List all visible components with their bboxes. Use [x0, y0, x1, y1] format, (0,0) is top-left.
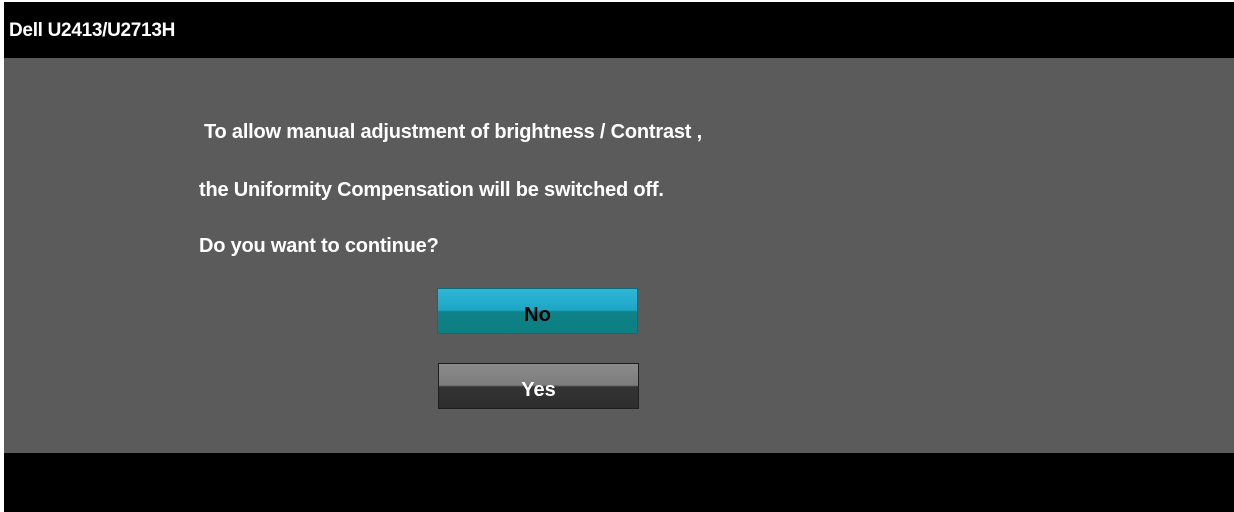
confirmation-dialog: To allow manual adjustment of brightness…	[4, 58, 1234, 453]
message-line-2: the Uniformity Compensation will be swit…	[199, 179, 664, 201]
title-bar: Dell U2413/U2713H	[4, 2, 1234, 58]
monitor-osd-window: Dell U2413/U2713H To allow manual adjust…	[4, 2, 1234, 512]
message-line-1: To allow manual adjustment of brightness…	[204, 121, 702, 143]
yes-button-label: Yes	[521, 378, 556, 401]
window-title: Dell U2413/U2713H	[9, 20, 176, 41]
yes-button[interactable]: Yes	[438, 363, 639, 409]
message-line-3: Do you want to continue?	[199, 235, 439, 257]
footer-bar	[4, 453, 1234, 512]
no-button-label: No	[524, 303, 551, 326]
no-button[interactable]: No	[437, 288, 638, 334]
